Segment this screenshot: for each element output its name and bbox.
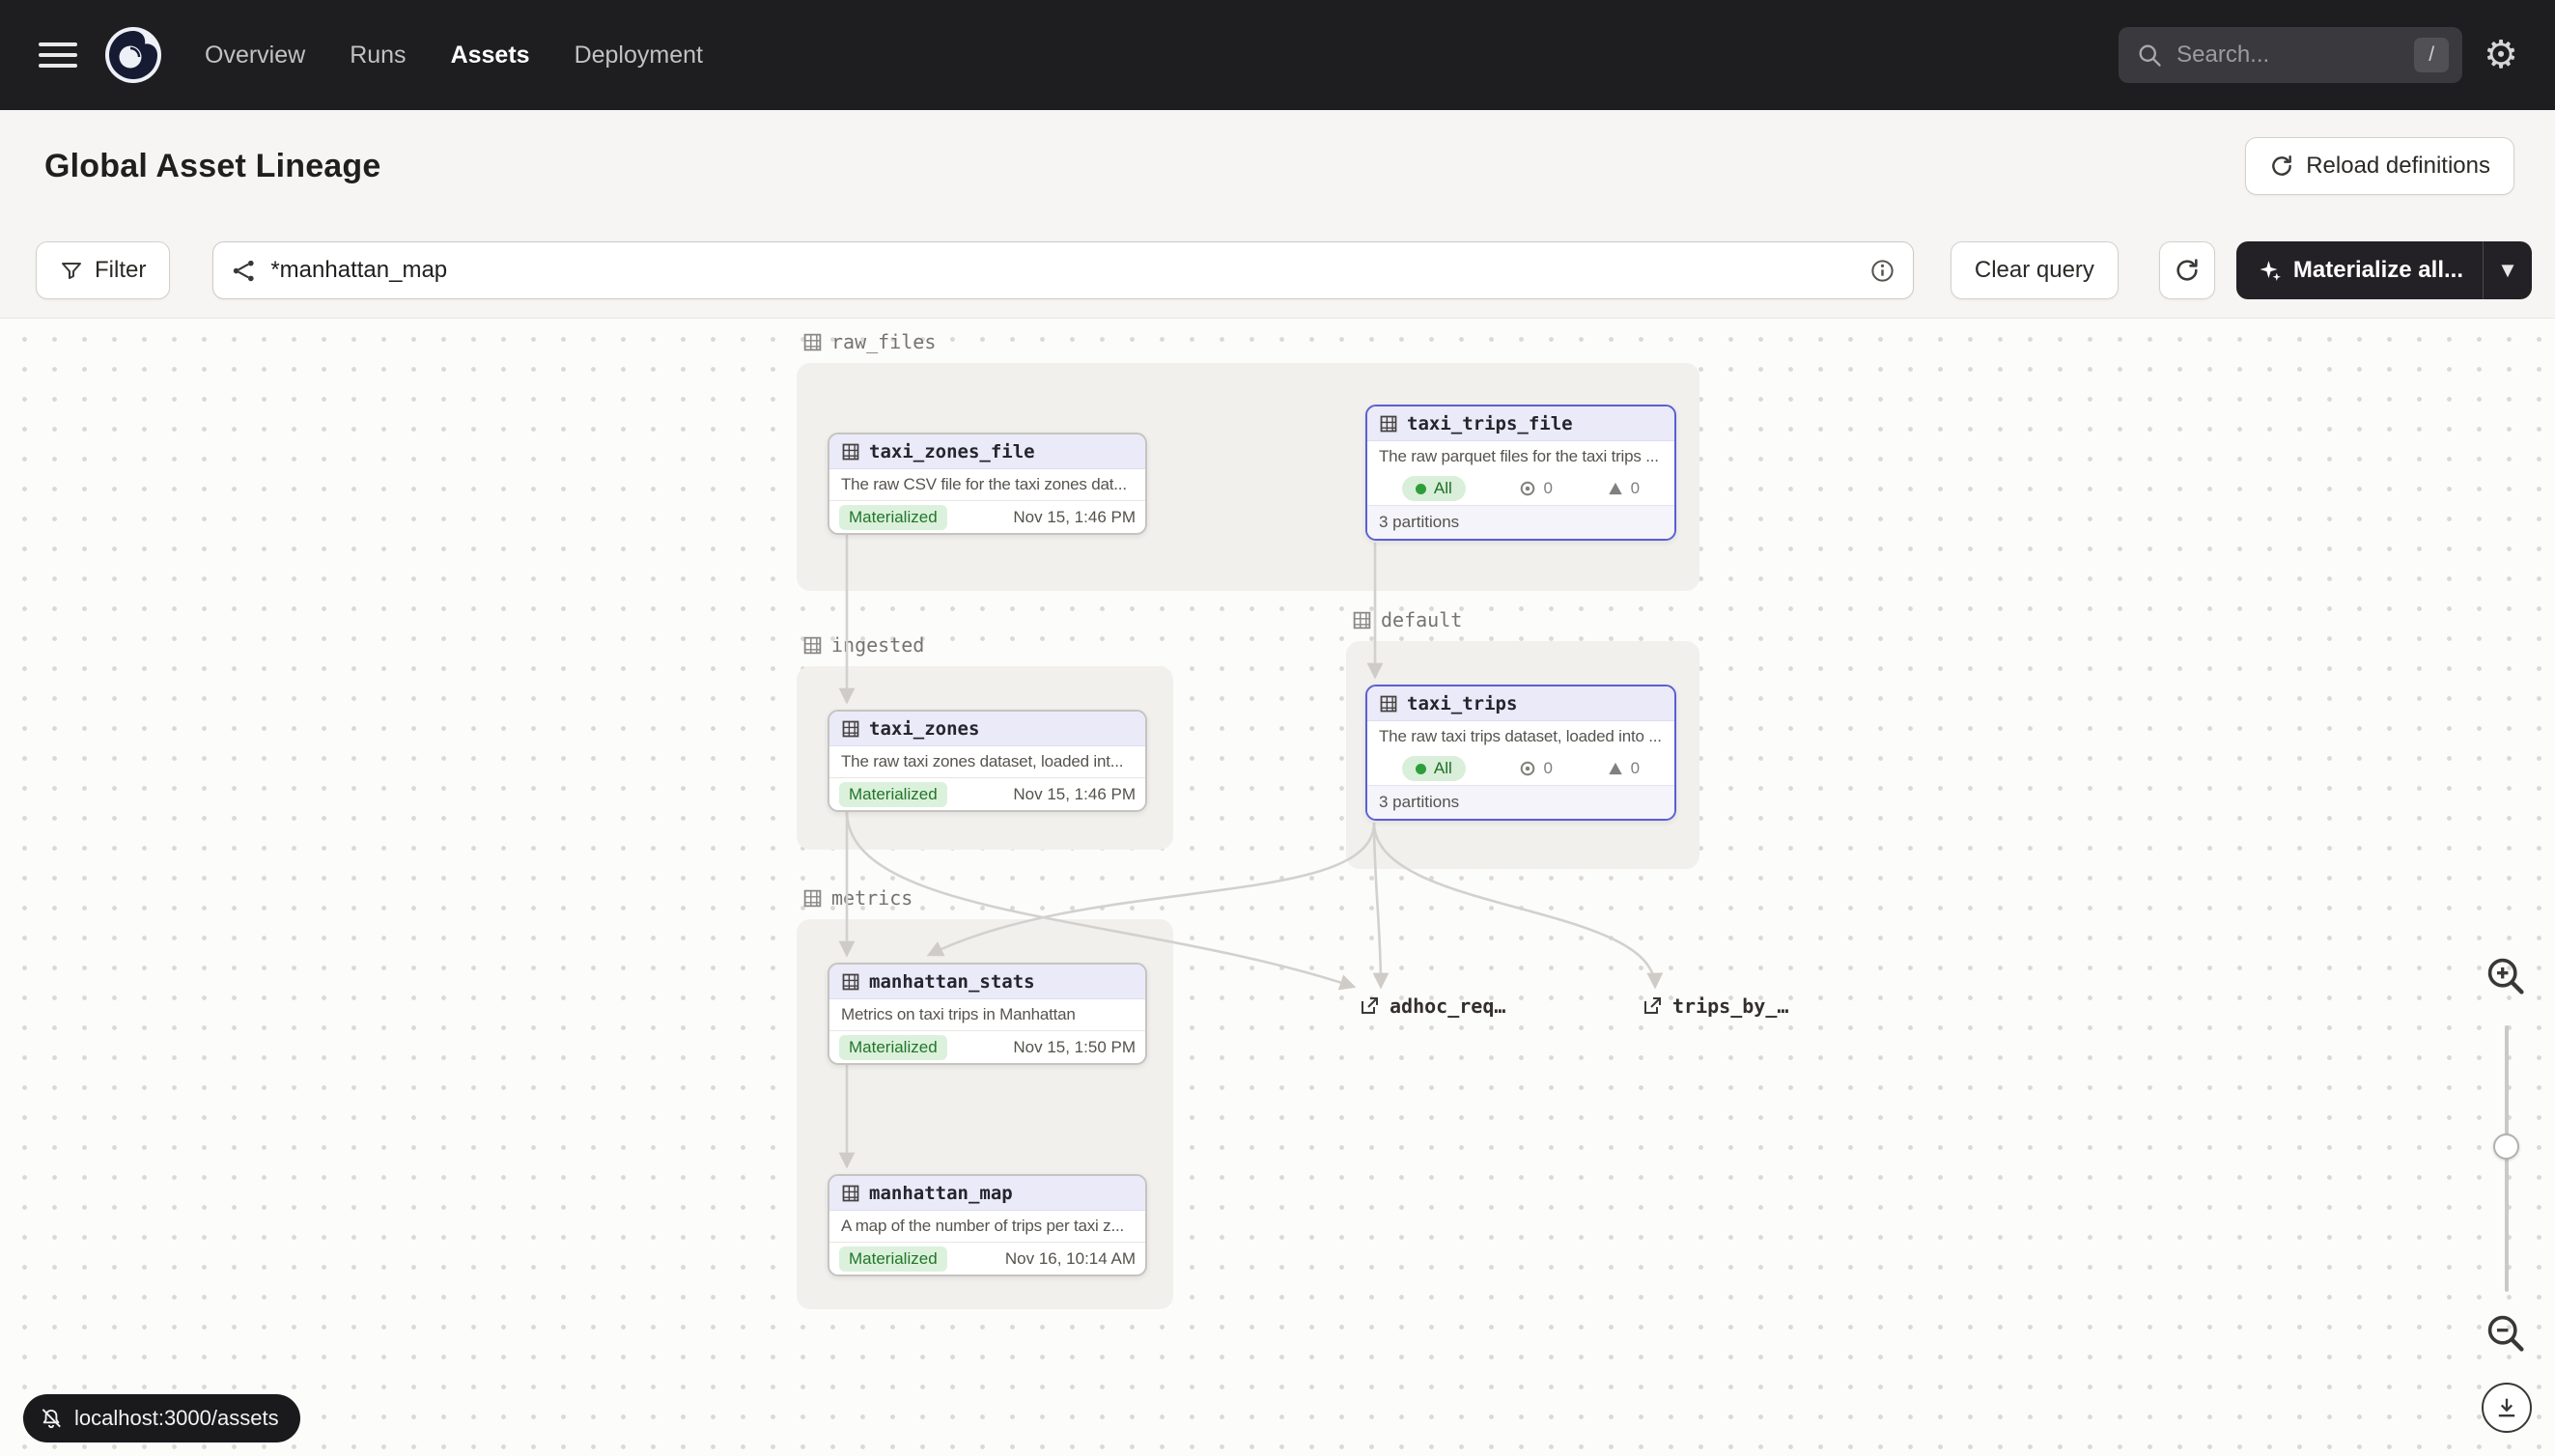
refresh-icon [2174, 257, 2201, 284]
asset-node-taxi-zones-file[interactable]: taxi_zones_file The raw CSV file for the… [828, 433, 1147, 535]
asset-selection-input[interactable] [270, 257, 1869, 284]
global-search[interactable]: / [2119, 27, 2462, 83]
top-navbar: Overview Runs Assets Deployment / ⚙ [0, 0, 2555, 110]
table-icon [1379, 694, 1398, 714]
table-icon [841, 442, 860, 462]
materialize-all-label: Materialize all... [2293, 257, 2463, 284]
settings-gear-button[interactable]: ⚙ [2484, 36, 2518, 74]
status-url-text: localhost:3000/assets [74, 1406, 279, 1431]
asset-selection-box [212, 241, 1914, 299]
dagster-logo [102, 24, 164, 86]
search-input[interactable] [2176, 42, 2414, 69]
asset-name: manhattan_map [869, 1183, 1013, 1204]
partitions-missing-count: 0 [1607, 759, 1640, 778]
asset-description: Metrics on taxi trips in Manhattan [829, 999, 1145, 1030]
asset-node-manhattan-stats[interactable]: manhattan_stats Metrics on taxi trips in… [828, 963, 1147, 1065]
partitions-all-badge: All [1402, 476, 1466, 501]
materialized-timestamp: Nov 15, 1:50 PM [1013, 1038, 1136, 1057]
zoom-out-button[interactable] [2484, 1311, 2528, 1358]
materialized-badge: Materialized [839, 1035, 947, 1060]
zoom-in-icon [2484, 954, 2528, 998]
asset-name: taxi_zones [869, 718, 979, 740]
hamburger-menu-button[interactable] [39, 39, 77, 71]
reload-definitions-label: Reload definitions [2306, 153, 2490, 180]
asset-name: taxi_trips_file [1407, 413, 1573, 434]
partitions-all-badge: All [1402, 756, 1466, 781]
search-icon [2136, 42, 2163, 69]
reload-definitions-button[interactable]: Reload definitions [2245, 137, 2514, 195]
status-url-pill: localhost:3000/assets [23, 1394, 300, 1442]
gear-icon: ⚙ [2484, 34, 2518, 76]
table-icon [1379, 414, 1398, 434]
asset-description: The raw taxi zones dataset, loaded int..… [829, 746, 1145, 777]
filter-button[interactable]: Filter [36, 241, 170, 299]
sparkle-icon [2258, 259, 2282, 283]
page-title: Global Asset Lineage [44, 148, 381, 185]
op-selector-icon [231, 258, 257, 284]
clear-query-button[interactable]: Clear query [1951, 241, 2119, 299]
asset-name: taxi_trips [1407, 693, 1517, 714]
triangle-status-icon [1607, 760, 1624, 777]
lineage-toolbar: Filter Clear query [36, 241, 2532, 299]
table-icon [841, 1184, 860, 1203]
asset-description: The raw taxi trips dataset, loaded into … [1367, 721, 1674, 752]
nav-item-overview[interactable]: Overview [205, 42, 305, 70]
external-node-label: trips_by_… [1672, 994, 1788, 1018]
partitions-failed-count: 0 [1519, 759, 1552, 778]
main-nav: Overview Runs Assets Deployment [205, 42, 747, 70]
materialized-timestamp: Nov 16, 10:14 AM [1005, 1249, 1136, 1269]
table-icon [841, 719, 860, 739]
info-icon[interactable] [1869, 258, 1895, 284]
circle-status-icon [1519, 480, 1536, 497]
circle-status-icon [1519, 760, 1536, 777]
asset-name: taxi_zones_file [869, 441, 1035, 462]
materialized-badge: Materialized [839, 505, 947, 530]
dagster-logo-icon [102, 24, 164, 86]
asset-name: manhattan_stats [869, 971, 1035, 993]
materialized-badge: Materialized [839, 1246, 947, 1272]
external-node-trips-by[interactable]: trips_by_… [1641, 994, 1788, 1018]
triangle-status-icon [1607, 480, 1624, 497]
asset-node-taxi-trips-file[interactable]: taxi_trips_file The raw parquet files fo… [1365, 405, 1676, 541]
asset-description: A map of the number of trips per taxi z.… [829, 1211, 1145, 1242]
page-header: Global Asset Lineage Reload definitions … [0, 110, 2555, 319]
asset-node-manhattan-map[interactable]: manhattan_map A map of the number of tri… [828, 1174, 1147, 1276]
chevron-down-icon[interactable]: ▼ [2484, 258, 2532, 283]
table-icon [841, 972, 860, 992]
external-node-adhoc-request[interactable]: adhoc_req… [1358, 994, 1505, 1018]
partitions-count-label: 3 partitions [1367, 785, 1674, 819]
search-shortcut-badge: / [2414, 38, 2449, 72]
refresh-query-button[interactable] [2159, 241, 2215, 299]
download-icon [2493, 1394, 2520, 1421]
materialized-timestamp: Nov 15, 1:46 PM [1013, 785, 1136, 804]
external-link-icon [1641, 994, 1664, 1018]
asset-description: The raw CSV file for the taxi zones dat.… [829, 469, 1145, 500]
green-dot-icon [1416, 484, 1426, 494]
external-link-icon [1358, 994, 1381, 1018]
materialized-timestamp: Nov 15, 1:46 PM [1013, 508, 1136, 527]
asset-node-taxi-trips[interactable]: taxi_trips The raw taxi trips dataset, l… [1365, 685, 1676, 821]
zoom-out-icon [2484, 1311, 2528, 1356]
filter-funnel-icon [60, 259, 83, 282]
green-dot-icon [1416, 764, 1426, 774]
nav-item-assets[interactable]: Assets [451, 42, 530, 70]
zoom-slider-thumb[interactable] [2493, 1134, 2519, 1160]
asset-node-taxi-zones[interactable]: taxi_zones The raw taxi zones dataset, l… [828, 710, 1147, 812]
partitions-failed-count: 0 [1519, 479, 1552, 498]
filter-label: Filter [95, 257, 146, 284]
partitions-missing-count: 0 [1607, 479, 1640, 498]
materialize-all-button[interactable]: Materialize all... ▼ [2236, 241, 2532, 299]
zoom-in-button[interactable] [2484, 954, 2528, 1001]
notifications-off-icon [39, 1406, 64, 1431]
materialized-badge: Materialized [839, 782, 947, 807]
reload-icon [2269, 154, 2294, 179]
partitions-count-label: 3 partitions [1367, 505, 1674, 539]
nav-item-deployment[interactable]: Deployment [575, 42, 703, 70]
nav-item-runs[interactable]: Runs [350, 42, 406, 70]
asset-description: The raw parquet files for the taxi trips… [1367, 441, 1674, 472]
external-node-label: adhoc_req… [1390, 994, 1505, 1018]
clear-query-label: Clear query [1975, 257, 2094, 284]
download-image-button[interactable] [2482, 1383, 2532, 1433]
